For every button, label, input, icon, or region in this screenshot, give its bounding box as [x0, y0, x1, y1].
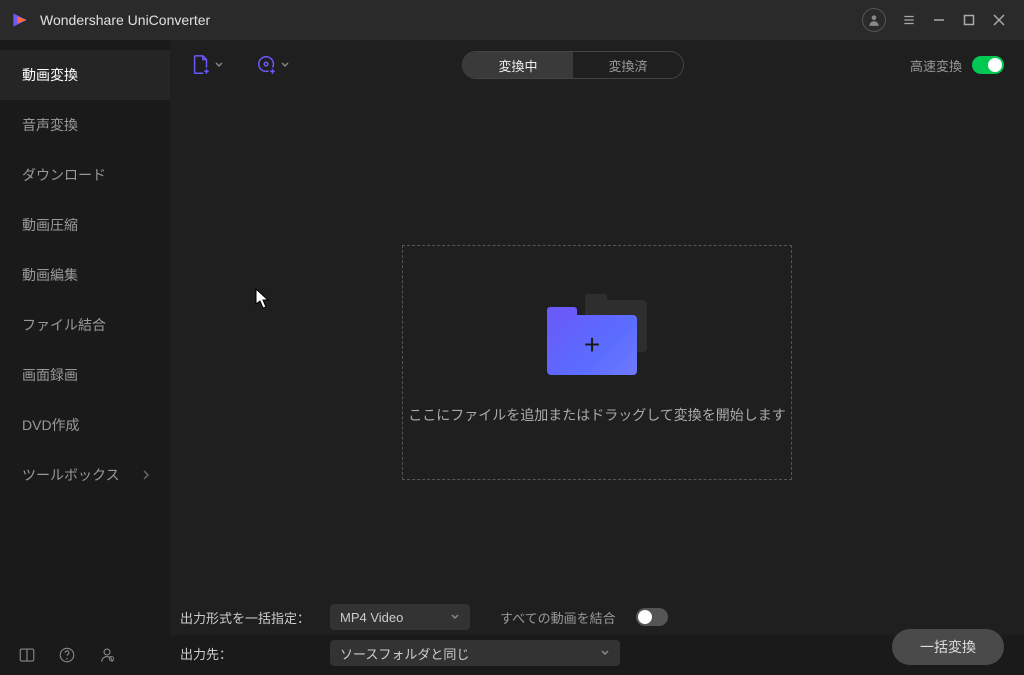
sidebar-item-merge[interactable]: ファイル結合: [0, 300, 170, 350]
tab-converted[interactable]: 変換済: [573, 52, 683, 78]
sidebar-item-toolbox[interactable]: ツールボックス: [0, 450, 170, 500]
sidebar-item-label: DVD作成: [22, 415, 80, 435]
select-value: ソースフォルダと同じ: [340, 644, 469, 663]
chevron-down-icon: [450, 612, 460, 622]
account-icon[interactable]: [862, 8, 886, 32]
close-button[interactable]: [984, 5, 1014, 35]
tab-label: 変換済: [608, 56, 647, 75]
chevron-down-icon: [214, 60, 224, 70]
folder-icon: +: [547, 300, 647, 375]
tab-converting[interactable]: 変換中: [463, 52, 573, 78]
sidebar: 動画変換 音声変換 ダウンロード 動画圧縮 動画編集 ファイル結合 画面録画 D…: [0, 40, 170, 635]
drop-hint-text: ここにファイルを追加またはドラッグして変換を開始します: [408, 405, 786, 425]
drop-zone[interactable]: + ここにファイルを追加またはドラッグして変換を開始します: [402, 245, 792, 480]
add-file-button[interactable]: [190, 54, 226, 76]
sidebar-item-label: 動画圧縮: [22, 215, 78, 235]
app-logo-icon: [10, 10, 30, 30]
plus-icon: +: [584, 329, 600, 361]
menu-icon[interactable]: [894, 5, 924, 35]
button-label: 一括変換: [920, 637, 976, 657]
titlebar: Wondershare UniConverter: [0, 0, 1024, 40]
feedback-icon[interactable]: [98, 646, 116, 664]
sidebar-item-label: 動画変換: [22, 65, 78, 85]
file-plus-icon: [190, 54, 212, 76]
sidebar-item-label: ダウンロード: [22, 165, 106, 185]
select-value: MP4 Video: [340, 610, 403, 625]
output-dest-label: 出力先：: [180, 644, 310, 663]
tutorial-icon[interactable]: [18, 646, 36, 664]
merge-videos-label: すべての動画を結合: [500, 608, 616, 627]
sidebar-item-edit[interactable]: 動画編集: [0, 250, 170, 300]
help-icon[interactable]: [58, 646, 76, 664]
content-area: 変換中 変換済 高速変換 + ここにファイルを追加またはドラッグして変換を開始し…: [170, 40, 1024, 635]
status-tabs: 変換中 変換済: [462, 51, 684, 79]
merge-videos-toggle[interactable]: [636, 608, 668, 626]
output-dest-select[interactable]: ソースフォルダと同じ: [330, 640, 620, 666]
app-title: Wondershare UniConverter: [40, 12, 210, 28]
chevron-right-icon: [142, 470, 150, 480]
sidebar-item-download[interactable]: ダウンロード: [0, 150, 170, 200]
output-format-label: 出力形式を一括指定：: [180, 608, 310, 627]
chevron-down-icon: [600, 648, 610, 658]
sidebar-item-label: 動画編集: [22, 265, 78, 285]
fast-convert-label: 高速変換: [910, 56, 962, 75]
sidebar-item-label: ファイル結合: [22, 315, 106, 335]
sidebar-item-record[interactable]: 画面録画: [0, 350, 170, 400]
sidebar-item-dvd[interactable]: DVD作成: [0, 400, 170, 450]
output-format-select[interactable]: MP4 Video: [330, 604, 470, 630]
sidebar-item-video-convert[interactable]: 動画変換: [0, 50, 170, 100]
sidebar-item-label: 音声変換: [22, 115, 78, 135]
sidebar-item-label: ツールボックス: [22, 465, 120, 485]
add-disc-button[interactable]: [256, 54, 292, 76]
minimize-button[interactable]: [924, 5, 954, 35]
fast-convert-toggle[interactable]: [972, 56, 1004, 74]
chevron-down-icon: [280, 60, 290, 70]
sidebar-item-label: 画面録画: [22, 365, 78, 385]
tab-label: 変換中: [498, 56, 537, 75]
sidebar-item-audio-convert[interactable]: 音声変換: [0, 100, 170, 150]
sidebar-item-compress[interactable]: 動画圧縮: [0, 200, 170, 250]
batch-convert-button[interactable]: 一括変換: [892, 629, 1004, 665]
bottom-bar: 出力形式を一括指定： MP4 Video すべての動画を結合 出力先： ソースフ…: [180, 605, 1014, 665]
disc-plus-icon: [256, 54, 278, 76]
toolbar: 変換中 変換済 高速変換: [170, 40, 1024, 90]
maximize-button[interactable]: [954, 5, 984, 35]
